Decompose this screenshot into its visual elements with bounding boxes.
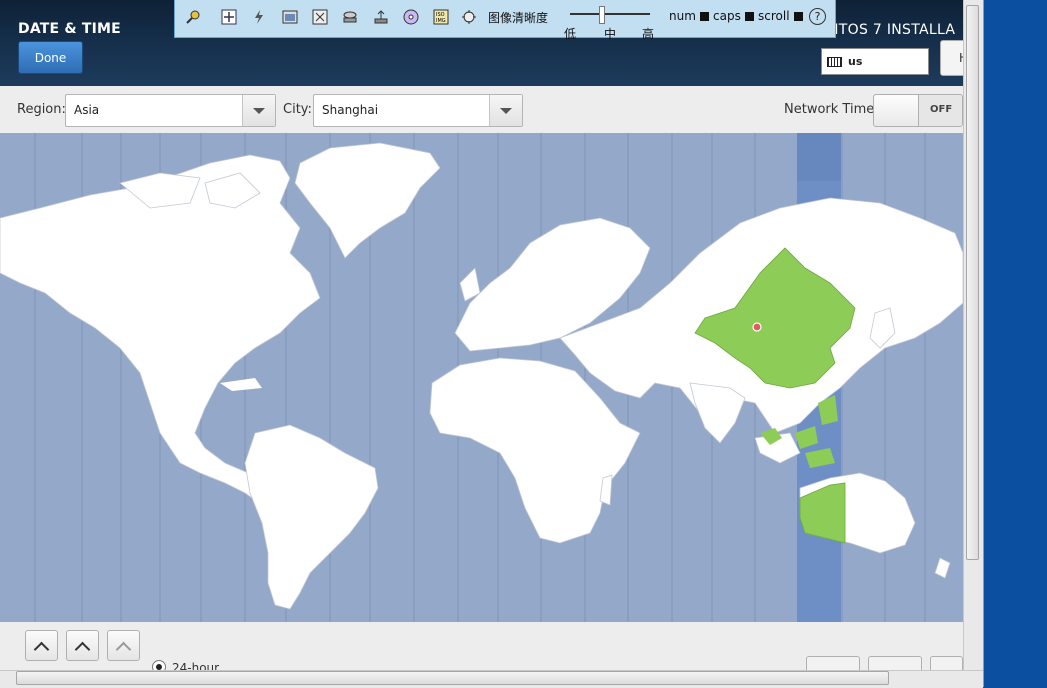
- done-button[interactable]: Done: [18, 41, 83, 74]
- caps-lock-label: caps: [713, 9, 741, 23]
- scroll-lock-label: scroll: [758, 9, 790, 23]
- vertical-scrollbar-thumb[interactable]: [966, 5, 979, 560]
- fullscreen-icon[interactable]: [311, 8, 329, 26]
- svg-text:IMG: IMG: [436, 18, 446, 24]
- image-file-icon[interactable]: ISO IMG: [432, 8, 450, 26]
- installer-title: NTOS 7 INSTALLA: [828, 22, 956, 38]
- scroll-lock-indicator: scroll: [758, 9, 803, 23]
- keyboard-layout-label: us: [848, 55, 863, 68]
- usb-drive-icon[interactable]: [372, 8, 390, 26]
- horizontal-scrollbar-thumb[interactable]: [16, 671, 889, 685]
- settings-icon[interactable]: [460, 8, 478, 26]
- cd-rom-icon[interactable]: [402, 8, 420, 26]
- region-value: Asia: [74, 103, 100, 117]
- selected-timezone-band-top: [797, 133, 841, 181]
- move-icon[interactable]: [220, 8, 238, 26]
- city-value: Shanghai: [322, 103, 379, 117]
- ampm-up-button[interactable]: [107, 630, 140, 661]
- toggle-knob: [874, 95, 919, 126]
- disk-drive-icon[interactable]: [341, 8, 359, 26]
- caps-lock-square-icon: [744, 11, 754, 21]
- page-title: DATE & TIME: [18, 21, 121, 37]
- window-icon[interactable]: [281, 8, 299, 26]
- remote-console-toolbar: ISO IMG 图像清晰度 低 中 高 num caps scroll ?: [174, 0, 836, 41]
- power-icon[interactable]: [250, 8, 268, 26]
- city-label: City:: [283, 102, 312, 117]
- network-time-state: OFF: [930, 104, 953, 115]
- region-combobox[interactable]: Asia: [65, 94, 276, 127]
- hour-up-button[interactable]: [25, 630, 58, 661]
- num-lock-square-icon: [699, 11, 709, 21]
- quality-level-medium: 中: [604, 27, 617, 41]
- quality-level-high: 高: [642, 27, 655, 41]
- region-label: Region:: [17, 102, 66, 117]
- chevron-down-icon[interactable]: [489, 95, 522, 126]
- network-time-label: Network Time: [784, 102, 875, 117]
- pin-icon[interactable]: [184, 8, 202, 26]
- timezone-map[interactable]: [0, 133, 963, 622]
- quality-slider-handle[interactable]: [599, 6, 605, 24]
- scroll-lock-square-icon: [793, 11, 803, 21]
- num-lock-label: num: [669, 9, 696, 23]
- chevron-down-icon[interactable]: [242, 95, 275, 126]
- toolbar-help-icon[interactable]: ?: [809, 8, 826, 25]
- quality-slider-track[interactable]: [570, 13, 650, 15]
- quality-level-low: 低: [564, 27, 577, 41]
- keyboard-layout-indicator[interactable]: us: [821, 48, 929, 75]
- keyboard-icon: [827, 56, 842, 67]
- location-pin-icon: [752, 322, 762, 332]
- city-combobox[interactable]: Shanghai: [313, 94, 523, 127]
- installer-window: DATE & TIME Done NTOS 7 INSTALLA us H: [0, 0, 984, 688]
- image-quality-label: 图像清晰度: [488, 11, 549, 25]
- network-time-toggle[interactable]: OFF: [873, 94, 963, 127]
- caps-lock-indicator: caps: [713, 9, 754, 23]
- num-lock-indicator: num: [669, 9, 709, 23]
- minute-up-button[interactable]: [66, 630, 99, 661]
